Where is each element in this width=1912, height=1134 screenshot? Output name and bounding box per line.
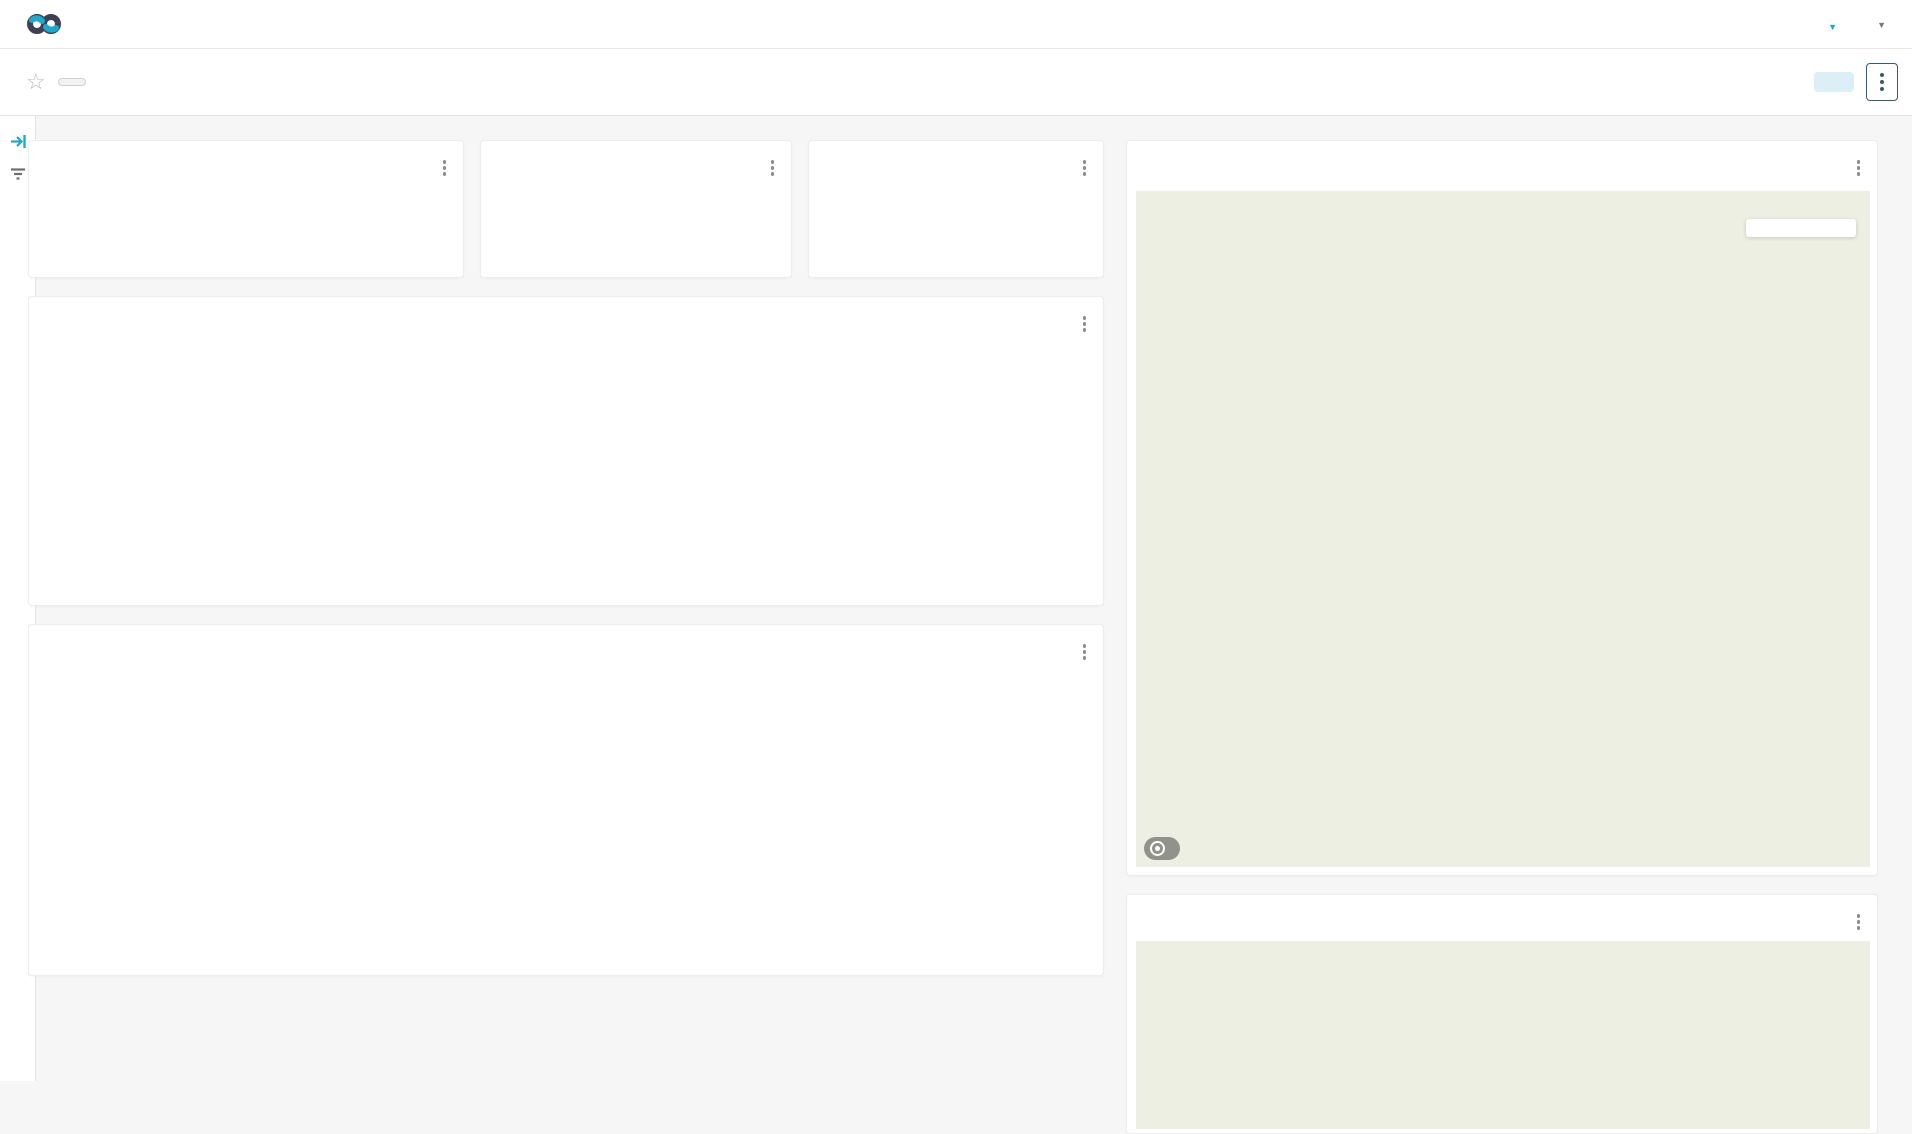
stations-map-card bbox=[1126, 894, 1878, 1134]
settings-menu[interactable]: ▼ bbox=[1873, 15, 1886, 33]
kpi-card-stations bbox=[480, 140, 792, 278]
chart-title bbox=[1127, 895, 1877, 912]
mapbox-logo[interactable] bbox=[1144, 837, 1180, 860]
kpi-title bbox=[29, 141, 463, 158]
measurements-water-card bbox=[28, 624, 1104, 976]
chevron-down-icon: ▼ bbox=[1828, 22, 1837, 32]
superset-infinity-icon bbox=[26, 12, 62, 36]
chart-options-menu[interactable] bbox=[1080, 157, 1090, 179]
more-actions-button[interactable] bbox=[1866, 63, 1898, 101]
measurements-hour-card bbox=[28, 296, 1104, 606]
chevron-down-icon: ▼ bbox=[1877, 20, 1886, 30]
superset-logo[interactable] bbox=[0, 12, 97, 36]
chart-legend bbox=[955, 341, 1100, 352]
kpi-value bbox=[481, 158, 791, 166]
kpi-title bbox=[481, 141, 791, 158]
stations-map[interactable] bbox=[1136, 941, 1870, 1129]
dashboard-header: ☆ bbox=[0, 49, 1912, 116]
new-button[interactable]: ▼ bbox=[1824, 13, 1837, 36]
kpi-title bbox=[809, 141, 1103, 158]
status-badge bbox=[58, 78, 86, 86]
chart-options-menu[interactable] bbox=[440, 157, 450, 179]
mapbox-icon bbox=[1150, 841, 1165, 856]
chart-options-menu[interactable] bbox=[1854, 911, 1864, 933]
deviation-map-card bbox=[1126, 140, 1878, 876]
chart-options-menu[interactable] bbox=[768, 157, 778, 179]
hour-line-chart bbox=[29, 297, 1105, 607]
map-legend bbox=[1746, 219, 1856, 237]
water-donut-chart bbox=[29, 647, 1105, 977]
funnel-icon bbox=[10, 167, 26, 181]
edit-dashboard-button[interactable] bbox=[1814, 72, 1854, 92]
kpi-card-days bbox=[808, 140, 1104, 278]
deviation-map[interactable] bbox=[1136, 191, 1870, 867]
kpi-value bbox=[29, 158, 463, 166]
kpi-card-measurements bbox=[28, 140, 464, 278]
chart-title bbox=[29, 625, 1103, 643]
chart-options-menu[interactable] bbox=[1854, 157, 1864, 179]
favorite-star-icon[interactable]: ☆ bbox=[26, 69, 46, 95]
kpi-sparkline bbox=[47, 231, 445, 267]
arrow-to-bar-icon bbox=[10, 134, 27, 149]
top-nav: ▼ ▼ bbox=[0, 0, 1912, 49]
kpi-value bbox=[809, 158, 1103, 166]
chart-title bbox=[1127, 141, 1877, 158]
